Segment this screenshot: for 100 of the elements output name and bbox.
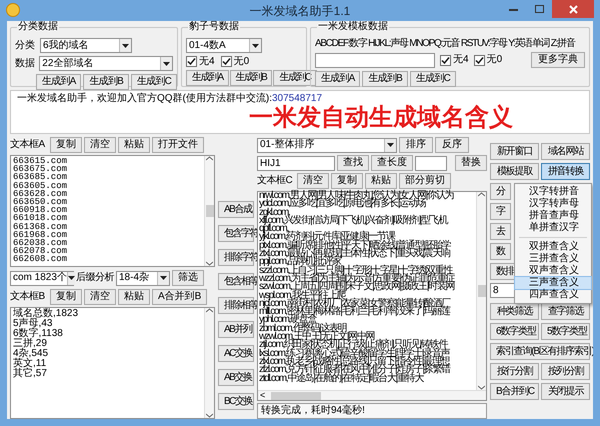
button[interactable]: 字 bbox=[490, 203, 511, 220]
button[interactable]: 5数字类型 bbox=[541, 323, 590, 340]
button[interactable]: 复制 bbox=[50, 289, 82, 305]
button[interactable]: 数 bbox=[490, 243, 511, 260]
dropdown[interactable]: 18-4杂 bbox=[116, 270, 170, 286]
scrollbar[interactable] bbox=[204, 156, 214, 266]
button[interactable]: A合并到B bbox=[152, 289, 208, 305]
button[interactable]: AC交换 bbox=[218, 345, 254, 362]
scrollbar[interactable] bbox=[476, 192, 486, 390]
scroll-arrow[interactable]: < bbox=[258, 391, 268, 400]
maximize-icon bbox=[534, 5, 544, 13]
checkbox[interactable] bbox=[474, 54, 485, 66]
button[interactable]: 部分剪切 bbox=[399, 173, 451, 189]
button[interactable]: 新开窗口 bbox=[490, 143, 539, 160]
button[interactable]: 生成到B bbox=[83, 74, 129, 90]
button[interactable]: 生成到B bbox=[362, 71, 408, 87]
scroll-down-icon[interactable] bbox=[206, 261, 213, 266]
scroll-thumb[interactable] bbox=[206, 205, 214, 217]
scroll-up-icon[interactable] bbox=[206, 156, 213, 161]
close-button[interactable] bbox=[552, 0, 594, 18]
button[interactable]: 按列分割 bbox=[541, 363, 590, 380]
menu-item[interactable]: 三声查含义 bbox=[515, 277, 591, 289]
button[interactable]: 查长度 bbox=[371, 155, 413, 171]
close-icon bbox=[568, 4, 578, 14]
button[interactable]: 替换 bbox=[455, 155, 487, 171]
scrollbar[interactable] bbox=[204, 308, 214, 418]
dropdown-value: 01-整体排序 bbox=[260, 140, 314, 150]
button[interactable]: 生成到A bbox=[186, 70, 229, 86]
button[interactable]: 关闭提示 bbox=[541, 383, 590, 400]
button[interactable]: AB交换 bbox=[218, 369, 254, 386]
button[interactable]: B合并到C bbox=[490, 383, 539, 400]
button[interactable]: 模板提取 bbox=[490, 163, 539, 180]
scroll-down-icon[interactable] bbox=[478, 385, 485, 390]
button[interactable]: AB合成 bbox=[218, 201, 254, 218]
checkbox-label: 无0 bbox=[234, 56, 250, 66]
button[interactable]: 种类筛选 bbox=[490, 303, 539, 320]
dropdown[interactable]: 01-4数A bbox=[186, 38, 262, 53]
button[interactable]: BC交换 bbox=[218, 393, 254, 410]
button[interactable]: 粘贴 bbox=[118, 137, 150, 153]
button[interactable]: 清空 bbox=[84, 289, 116, 305]
search-field[interactable]: HIJ1 bbox=[257, 156, 335, 170]
dropdown-value: com 1823个 bbox=[13, 273, 67, 283]
dropdown[interactable]: 22全部域名 bbox=[39, 56, 173, 71]
scroll-thumb[interactable] bbox=[478, 285, 486, 297]
button[interactable]: 复制 bbox=[331, 173, 363, 189]
menu-item[interactable]: 汉字转拼音 bbox=[515, 186, 591, 198]
menu-item[interactable]: 三拼查含义 bbox=[515, 253, 591, 265]
button[interactable]: 生成到B bbox=[230, 70, 272, 86]
checkbox[interactable] bbox=[186, 56, 197, 67]
horizontal-scrollbar[interactable]: < bbox=[258, 390, 486, 400]
menu-item[interactable]: 双拼查含义 bbox=[515, 241, 591, 253]
checkbox[interactable] bbox=[440, 54, 451, 66]
scroll-down-icon[interactable] bbox=[206, 413, 213, 418]
button[interactable]: 粘贴 bbox=[118, 289, 150, 305]
button[interactable]: 生成到A bbox=[36, 74, 82, 90]
button[interactable]: 更多字典 bbox=[531, 52, 585, 68]
menu-item[interactable]: 单拼查汉字 bbox=[515, 222, 591, 234]
button[interactable]: 生成到A bbox=[315, 71, 360, 87]
window-title: 一米发域名助手1.1 bbox=[250, 2, 350, 20]
button[interactable]: 拼音转换 bbox=[541, 163, 590, 180]
button[interactable]: 排序 bbox=[399, 137, 433, 153]
text-box-label: 文本框C bbox=[257, 176, 294, 186]
button[interactable]: AB并列 bbox=[218, 321, 254, 338]
button[interactable]: 分 bbox=[490, 183, 511, 200]
button[interactable]: 复制 bbox=[50, 137, 82, 153]
button[interactable]: 域名网站 bbox=[541, 143, 590, 160]
scroll-up-icon[interactable] bbox=[478, 192, 485, 197]
check-icon bbox=[441, 56, 450, 64]
button[interactable]: 查找 bbox=[337, 155, 369, 171]
button[interactable]: 清空 bbox=[297, 173, 329, 189]
button[interactable]: 生成到C bbox=[130, 74, 177, 90]
dropdown[interactable]: com 1823个 bbox=[10, 270, 74, 286]
menu-item[interactable]: 汉字转声母 bbox=[515, 198, 591, 210]
button[interactable]: 筛选 bbox=[172, 270, 204, 286]
template-legend: ABCDEF:数字 HIJKL:声母 MNOPQ:元音 RSTUV:字母 Y:英语单词 Z:拼音 bbox=[315, 38, 574, 49]
button[interactable]: 按行分割 bbox=[490, 363, 539, 380]
button[interactable]: 反序 bbox=[435, 137, 469, 153]
notice-text: 一米发域名助手，欢迎加入官方QQ群(使用方法群中交流):307548717 bbox=[17, 94, 322, 104]
button[interactable]: 粘贴 bbox=[365, 173, 397, 189]
minimize-icon bbox=[508, 8, 518, 10]
check-icon bbox=[222, 57, 231, 66]
dropdown[interactable]: 6我的域名 bbox=[40, 38, 132, 53]
group-title: 豹子号数据 bbox=[188, 22, 240, 32]
scroll-thumb[interactable] bbox=[271, 392, 322, 400]
dropdown[interactable]: 01-整体排序 bbox=[257, 138, 397, 152]
text-box-label: 文本框B bbox=[10, 292, 46, 302]
scroll-up-icon[interactable] bbox=[206, 308, 213, 313]
button[interactable]: 清空 bbox=[84, 137, 116, 153]
button[interactable]: 打开文件 bbox=[152, 137, 204, 153]
text-box-label: 文本框A bbox=[10, 140, 46, 150]
checkbox[interactable] bbox=[220, 56, 232, 67]
status-field: 转换完成，耗时94毫秒! bbox=[257, 403, 487, 419]
input-field[interactable] bbox=[415, 156, 447, 170]
menu-item[interactable]: 拼音查声母 bbox=[515, 210, 591, 222]
button[interactable]: 去 bbox=[490, 223, 511, 240]
button[interactable]: 生成到C bbox=[410, 71, 456, 87]
button[interactable]: 6数字类型 bbox=[490, 323, 539, 340]
template-input[interactable] bbox=[315, 52, 435, 68]
button[interactable]: 查字筛选 bbox=[541, 303, 590, 320]
field-label: 分类 bbox=[15, 40, 36, 50]
